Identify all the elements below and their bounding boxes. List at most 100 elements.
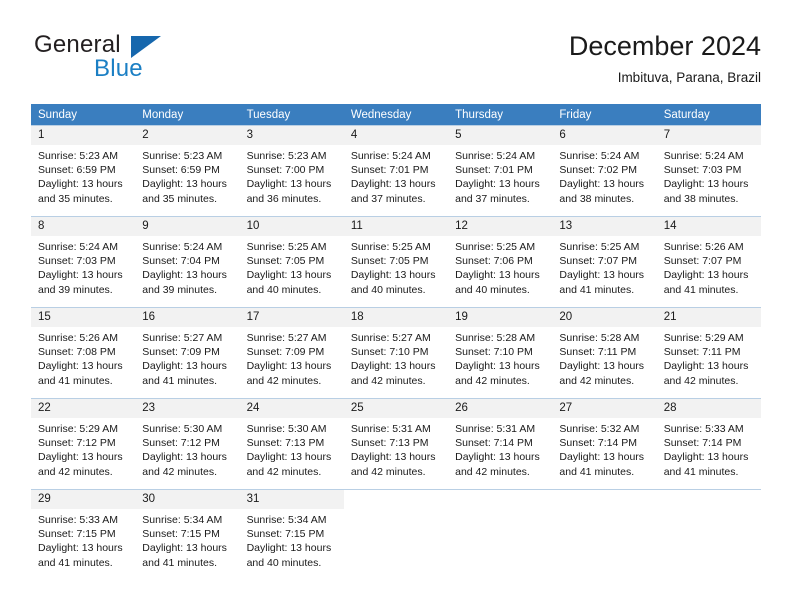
daylight-text-line2: and 42 minutes. (38, 465, 113, 478)
daylight-text-line1: Daylight: 13 hours (559, 360, 645, 373)
day-number: 14 (656, 217, 761, 236)
daylight-text-line1: Daylight: 13 hours (38, 178, 123, 191)
sunrise-text: Sunrise: 5:34 AM (142, 514, 223, 526)
day-cell[interactable]: 5 Sunrise: 5:24 AM Sunset: 7:01 PM Daylight… (448, 125, 553, 210)
day-cell[interactable]: 4 Sunrise: 5:24 AM Sunset: 7:01 PM Daylight… (343, 125, 449, 210)
daylight-text-line2: and 41 minutes. (663, 283, 739, 296)
day-cell[interactable]: 24 Sunrise: 5:30 AM Sunset: 7:13 PM Dayligh… (239, 398, 344, 483)
day-cell[interactable]: 22 Sunrise: 5:29 AM Sunset: 7:12 PM Dayligh… (31, 398, 136, 483)
daylight-text-line2: and 37 minutes. (455, 192, 530, 205)
day-cell[interactable]: 19 Sunrise: 5:28 AM Sunset: 7:10 PM Dayligh… (448, 307, 553, 392)
daylight-text-line2: and 42 minutes. (350, 465, 426, 478)
day-info: Sunrise: 5:24 AM Sunset: 7:02 PM Daylight:… (552, 145, 656, 206)
daylight-text-line2: and 42 minutes. (246, 374, 322, 387)
day-cell[interactable]: 1 Sunrise: 5:23 AM Sunset: 6:59 PM Daylight… (31, 125, 136, 210)
daylight-text-line1: Daylight: 13 hours (142, 451, 227, 464)
day-cell-empty (343, 489, 449, 574)
day-cell[interactable]: 13 Sunrise: 5:25 AM Sunset: 7:07 PM Dayligh… (552, 216, 657, 301)
day-cell[interactable]: 6 Sunrise: 5:24 AM Sunset: 7:02 PM Daylight… (552, 125, 657, 210)
day-number (343, 490, 449, 509)
day-number: 4 (343, 126, 449, 145)
daylight-text-line2: and 39 minutes. (38, 283, 113, 296)
day-number: 28 (656, 399, 761, 418)
day-cell[interactable]: 26 Sunrise: 5:31 AM Sunset: 7:14 PM Dayligh… (448, 398, 553, 483)
day-number: 12 (448, 217, 553, 236)
sunset-text: Sunset: 7:04 PM (142, 255, 220, 268)
day-cell[interactable]: 9 Sunrise: 5:24 AM Sunset: 7:04 PM Daylight… (135, 216, 240, 301)
daylight-text-line2: and 41 minutes. (38, 374, 113, 387)
day-cell[interactable]: 3 Sunrise: 5:23 AM Sunset: 7:00 PM Daylight… (239, 125, 344, 210)
day-cell[interactable]: 7 Sunrise: 5:24 AM Sunset: 7:03 PM Daylight… (656, 125, 761, 210)
sunset-text: Sunset: 7:01 PM (455, 164, 533, 177)
day-number: 19 (448, 308, 553, 327)
day-cell[interactable]: 27 Sunrise: 5:32 AM Sunset: 7:14 PM Dayligh… (552, 398, 657, 483)
day-cell[interactable]: 18 Sunrise: 5:27 AM Sunset: 7:10 PM Dayligh… (343, 307, 449, 392)
day-cell[interactable]: 16 Sunrise: 5:27 AM Sunset: 7:09 PM Dayligh… (135, 307, 240, 392)
day-cell[interactable]: 23 Sunrise: 5:30 AM Sunset: 7:12 PM Dayligh… (135, 398, 240, 483)
sunset-text: Sunset: 7:13 PM (246, 437, 325, 450)
day-cell[interactable]: 10 Sunrise: 5:25 AM Sunset: 7:05 PM Dayligh… (239, 216, 344, 301)
day-cell[interactable]: 28 Sunrise: 5:33 AM Sunset: 7:14 PM Dayligh… (656, 398, 761, 483)
sunrise-text: Sunrise: 5:24 AM (663, 150, 744, 162)
logo-text-blue: Blue (94, 55, 143, 82)
sunrise-text: Sunrise: 5:26 AM (38, 332, 118, 344)
weekday-header-thursday: Thursday (448, 104, 553, 125)
day-number: 25 (343, 399, 449, 418)
calendar-week-row: 22 Sunrise: 5:29 AM Sunset: 7:12 PM Dayligh… (31, 398, 761, 483)
daylight-text-line2: and 41 minutes. (142, 556, 217, 569)
sunset-text: Sunset: 7:05 PM (350, 255, 429, 268)
day-info: Sunrise: 5:32 AM Sunset: 7:14 PM Daylight:… (552, 418, 656, 479)
daylight-text-line1: Daylight: 13 hours (142, 542, 227, 555)
sunrise-text: Sunrise: 5:24 AM (142, 241, 223, 253)
daylight-text-line1: Daylight: 13 hours (38, 360, 123, 373)
weekday-header-monday: Monday (135, 104, 240, 125)
sunrise-text: Sunrise: 5:25 AM (559, 241, 640, 253)
daylight-text-line2: and 37 minutes. (350, 192, 426, 205)
day-info: Sunrise: 5:33 AM Sunset: 7:14 PM Daylight:… (657, 418, 761, 479)
day-cell[interactable]: 21 Sunrise: 5:29 AM Sunset: 7:11 PM Dayligh… (656, 307, 761, 392)
sunrise-text: Sunrise: 5:31 AM (350, 423, 431, 435)
calendar-page: General Blue December 2024 Imbituva, Par… (0, 0, 792, 612)
calendar-body: 1 Sunrise: 5:23 AM Sunset: 6:59 PM Daylight… (31, 125, 761, 574)
sunrise-text: Sunrise: 5:23 AM (38, 150, 118, 162)
daylight-text-line1: Daylight: 13 hours (350, 451, 436, 464)
day-cell-empty (656, 489, 761, 574)
sunrise-text: Sunrise: 5:28 AM (559, 332, 640, 344)
sunrise-text: Sunrise: 5:33 AM (663, 423, 744, 435)
daylight-text-line1: Daylight: 13 hours (350, 269, 436, 282)
day-cell[interactable]: 30 Sunrise: 5:34 AM Sunset: 7:15 PM Dayligh… (135, 489, 240, 574)
daylight-text-line2: and 40 minutes. (350, 283, 426, 296)
day-cell[interactable]: 12 Sunrise: 5:25 AM Sunset: 7:06 PM Dayligh… (448, 216, 553, 301)
sunrise-text: Sunrise: 5:29 AM (38, 423, 118, 435)
sunrise-text: Sunrise: 5:23 AM (246, 150, 327, 162)
daylight-text-line1: Daylight: 13 hours (663, 360, 749, 373)
day-number: 15 (31, 308, 136, 327)
calendar-header-row: Sunday Monday Tuesday Wednesday Thursday… (31, 104, 761, 125)
day-cell[interactable]: 14 Sunrise: 5:26 AM Sunset: 7:07 PM Dayligh… (656, 216, 761, 301)
day-cell[interactable]: 2 Sunrise: 5:23 AM Sunset: 6:59 PM Daylight… (135, 125, 240, 210)
day-cell[interactable]: 8 Sunrise: 5:24 AM Sunset: 7:03 PM Daylight… (31, 216, 136, 301)
day-cell[interactable]: 11 Sunrise: 5:25 AM Sunset: 7:05 PM Dayligh… (343, 216, 449, 301)
sunset-text: Sunset: 7:07 PM (559, 255, 638, 268)
day-number: 7 (656, 126, 761, 145)
day-cell[interactable]: 31 Sunrise: 5:34 AM Sunset: 7:15 PM Dayligh… (239, 489, 344, 574)
day-info: Sunrise: 5:23 AM Sunset: 6:59 PM Daylight:… (135, 145, 239, 206)
day-number: 23 (135, 399, 240, 418)
day-info: Sunrise: 5:23 AM Sunset: 6:59 PM Daylight:… (31, 145, 135, 206)
day-cell[interactable]: 17 Sunrise: 5:27 AM Sunset: 7:09 PM Dayligh… (239, 307, 344, 392)
daylight-text-line2: and 41 minutes. (559, 465, 635, 478)
sunset-text: Sunset: 7:15 PM (38, 528, 116, 541)
daylight-text-line2: and 41 minutes. (142, 374, 217, 387)
day-number: 10 (239, 217, 344, 236)
sunset-text: Sunset: 7:06 PM (455, 255, 533, 268)
day-cell[interactable]: 25 Sunrise: 5:31 AM Sunset: 7:13 PM Dayligh… (343, 398, 449, 483)
day-number: 20 (552, 308, 657, 327)
day-cell[interactable]: 15 Sunrise: 5:26 AM Sunset: 7:08 PM Dayligh… (31, 307, 136, 392)
day-info: Sunrise: 5:24 AM Sunset: 7:01 PM Daylight:… (448, 145, 552, 206)
day-info: Sunrise: 5:31 AM Sunset: 7:13 PM Daylight:… (344, 418, 448, 479)
day-cell[interactable]: 29 Sunrise: 5:33 AM Sunset: 7:15 PM Dayligh… (31, 489, 136, 574)
general-blue-logo[interactable]: General Blue (34, 32, 224, 92)
sunrise-text: Sunrise: 5:28 AM (455, 332, 536, 344)
day-cell[interactable]: 20 Sunrise: 5:28 AM Sunset: 7:11 PM Dayligh… (552, 307, 657, 392)
daylight-text-line1: Daylight: 13 hours (38, 269, 123, 282)
